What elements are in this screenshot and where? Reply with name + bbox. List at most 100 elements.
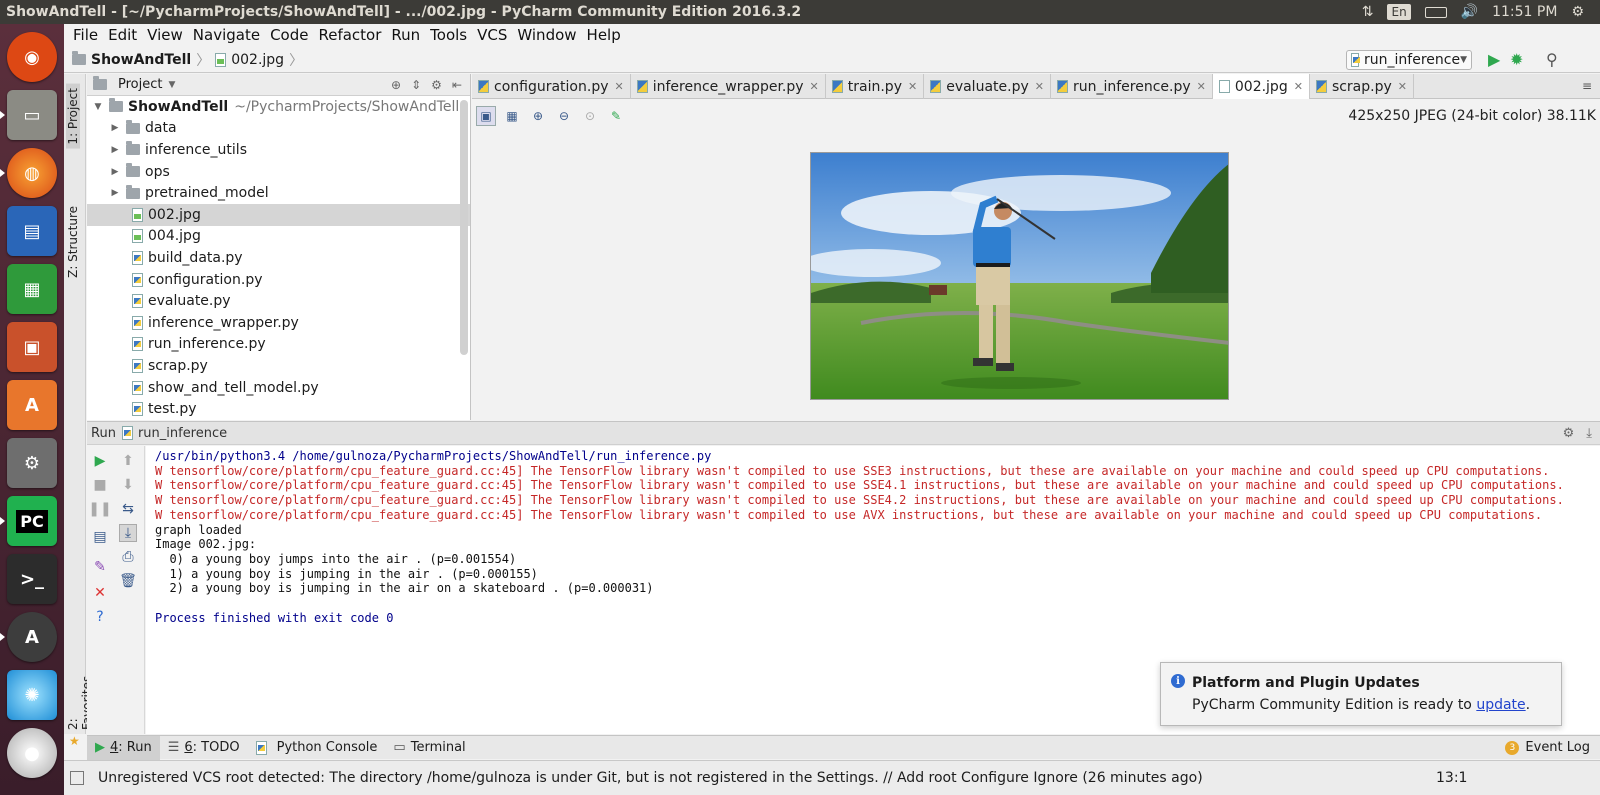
volume-icon[interactable]: 🔊 bbox=[1461, 4, 1478, 20]
project-scrollbar[interactable] bbox=[460, 100, 468, 355]
menu-refactor[interactable]: Refactor bbox=[313, 26, 386, 44]
pin-icon[interactable]: ✎ bbox=[91, 558, 109, 576]
run-configuration-select[interactable]: run_inference ▼ bbox=[1346, 50, 1472, 70]
tab-python-console[interactable]: Python Console bbox=[248, 736, 386, 760]
libreoffice-writer-icon[interactable]: ▤ bbox=[7, 206, 57, 256]
layout-icon[interactable]: ▤ bbox=[91, 528, 109, 546]
dvd-icon[interactable]: ● bbox=[7, 728, 57, 778]
color-picker-icon[interactable]: ✎ bbox=[606, 106, 626, 126]
background-toggle-icon[interactable]: ▣ bbox=[476, 106, 496, 126]
actual-size-icon[interactable]: ⊙ bbox=[580, 106, 600, 126]
stop-icon[interactable]: ■ bbox=[91, 476, 109, 494]
project-panel-title[interactable]: Project bbox=[118, 77, 162, 92]
run-panel-config[interactable]: run_inference bbox=[138, 426, 227, 441]
zoom-in-icon[interactable]: ⊕ bbox=[528, 106, 548, 126]
battery-icon[interactable] bbox=[1424, 6, 1447, 18]
close-icon[interactable]: ✕ bbox=[1294, 80, 1303, 93]
status-message[interactable]: Unregistered VCS root detected: The dire… bbox=[98, 770, 1203, 786]
debug-icon[interactable]: ✹ bbox=[1510, 50, 1523, 69]
close-icon[interactable]: ✕ bbox=[1197, 80, 1206, 93]
tab-list-icon[interactable]: ≡ bbox=[1582, 74, 1600, 98]
tab-run-inference-py[interactable]: run_inference.py ✕ bbox=[1051, 74, 1213, 99]
chevron-right-icon[interactable]: ▶ bbox=[110, 167, 120, 177]
rerun-icon[interactable]: ▶ bbox=[91, 452, 109, 470]
menu-help[interactable]: Help bbox=[582, 26, 626, 44]
chevron-right-icon[interactable]: ▶ bbox=[110, 188, 120, 198]
system-settings-icon[interactable]: ⚙ bbox=[7, 438, 57, 488]
print-icon[interactable]: ⎙ bbox=[119, 548, 137, 566]
ubuntu-software-icon[interactable]: A bbox=[7, 380, 57, 430]
tab-event-log[interactable]: 3 Event Log bbox=[1497, 736, 1600, 760]
close-icon[interactable]: ✕ bbox=[908, 80, 917, 93]
gear-icon[interactable]: ⚙ bbox=[431, 78, 442, 92]
caret-position[interactable]: 13:1 bbox=[1436, 770, 1467, 786]
power-gear-icon[interactable]: ⚙ bbox=[1571, 4, 1584, 20]
tab-run[interactable]: ▶ 4: Run bbox=[87, 735, 160, 760]
tab-scrap-py[interactable]: scrap.py ✕ bbox=[1310, 74, 1414, 99]
menu-vcs[interactable]: VCS bbox=[472, 26, 512, 44]
network-icon[interactable]: ⇅ bbox=[1362, 4, 1374, 20]
tree-item-file[interactable]: 002.jpg bbox=[87, 203, 470, 226]
tab-configuration-py[interactable]: configuration.py ✕ bbox=[472, 74, 631, 99]
tree-item-folder[interactable]: ▶ data bbox=[87, 118, 470, 140]
software-updater-icon[interactable]: A bbox=[0, 612, 57, 662]
close-icon[interactable]: ✕ bbox=[1035, 80, 1044, 93]
breadcrumb-file[interactable]: 002.jpg bbox=[231, 52, 284, 68]
search-icon[interactable]: ⚲ bbox=[1546, 50, 1558, 69]
tree-item-file[interactable]: configuration.py bbox=[87, 269, 470, 291]
soft-wrap-icon[interactable]: ⇆ bbox=[119, 500, 137, 518]
tab-terminal[interactable]: ▭ Terminal bbox=[385, 736, 473, 760]
menu-code[interactable]: Code bbox=[265, 26, 313, 44]
menu-file[interactable]: File bbox=[68, 26, 103, 44]
tab-evaluate-py[interactable]: evaluate.py ✕ bbox=[924, 74, 1051, 99]
grid-toggle-icon[interactable]: ▦ bbox=[502, 106, 522, 126]
terminal-icon[interactable]: >_ bbox=[7, 554, 57, 604]
menu-window[interactable]: Window bbox=[512, 26, 581, 44]
tab-train-py[interactable]: train.py ✕ bbox=[826, 74, 925, 99]
pause-icon[interactable]: ❚❚ bbox=[88, 500, 111, 518]
keyboard-language[interactable]: En bbox=[1387, 4, 1411, 20]
libreoffice-calc-icon[interactable]: ▦ bbox=[7, 264, 57, 314]
update-link[interactable]: update bbox=[1476, 697, 1525, 713]
tree-item-folder[interactable]: ▶ ops bbox=[87, 161, 470, 183]
chevron-down-icon[interactable]: ▼ bbox=[168, 80, 175, 90]
tree-item-file[interactable]: scrap.py bbox=[87, 355, 470, 377]
tree-item-file[interactable]: show_and_tell_model.py bbox=[87, 377, 470, 399]
menu-view[interactable]: View bbox=[142, 26, 188, 44]
tab-structure[interactable]: Z: Structure bbox=[66, 202, 80, 282]
tree-item-file[interactable]: evaluate.py bbox=[87, 290, 470, 312]
hide-icon[interactable]: ⇤ bbox=[452, 78, 462, 92]
menu-edit[interactable]: Edit bbox=[103, 26, 142, 44]
tree-item-folder[interactable]: ▶ pretrained_model bbox=[87, 182, 470, 204]
tab-todo[interactable]: ☰ 6: TODO bbox=[160, 736, 248, 760]
close-icon[interactable]: ✕ bbox=[615, 80, 624, 93]
menu-tools[interactable]: Tools bbox=[425, 26, 472, 44]
clock[interactable]: 11:51 PM bbox=[1492, 4, 1557, 20]
firefox-icon[interactable]: ◍ bbox=[0, 148, 57, 198]
close-icon[interactable]: ✕ bbox=[810, 80, 819, 93]
tree-item-file[interactable]: run_inference.py bbox=[87, 334, 470, 356]
pycharm-icon[interactable]: PC bbox=[0, 496, 57, 546]
breadcrumb-project[interactable]: ShowAndTell bbox=[91, 52, 191, 68]
locate-icon[interactable]: ⊕ bbox=[391, 78, 401, 92]
tree-item-file[interactable]: inference_wrapper.py bbox=[87, 312, 470, 334]
tab-project[interactable]: 1: Project bbox=[66, 84, 80, 149]
chevron-right-icon[interactable]: ▶ bbox=[110, 145, 120, 155]
scroll-to-end-icon[interactable]: ⤓ bbox=[119, 524, 137, 542]
tree-item-file[interactable]: test.py bbox=[87, 398, 470, 420]
zoom-out-icon[interactable]: ⊖ bbox=[554, 106, 574, 126]
tab-inference-wrapper-py[interactable]: inference_wrapper.py ✕ bbox=[631, 74, 826, 99]
help-icon[interactable]: ? bbox=[91, 608, 109, 626]
tree-root[interactable]: ▼ ShowAndTell ~/PycharmProjects/ShowAndT… bbox=[87, 96, 470, 118]
tree-item-file[interactable]: 004.jpg bbox=[87, 226, 470, 248]
files-icon[interactable]: ▭ bbox=[0, 90, 57, 140]
menu-run[interactable]: Run bbox=[386, 26, 425, 44]
close-icon[interactable]: ✕ bbox=[1398, 80, 1407, 93]
chevron-right-icon[interactable]: ▶ bbox=[110, 123, 120, 133]
tool-windows-toggle-icon[interactable] bbox=[70, 771, 84, 785]
chevron-down-icon[interactable]: ▼ bbox=[93, 102, 103, 112]
arrow-down-icon[interactable]: ⬇ bbox=[119, 476, 137, 494]
run-icon[interactable]: ▶ bbox=[1488, 50, 1500, 69]
tree-item-file[interactable]: build_data.py bbox=[87, 247, 470, 269]
trash-icon[interactable]: 🗑 bbox=[119, 572, 137, 590]
